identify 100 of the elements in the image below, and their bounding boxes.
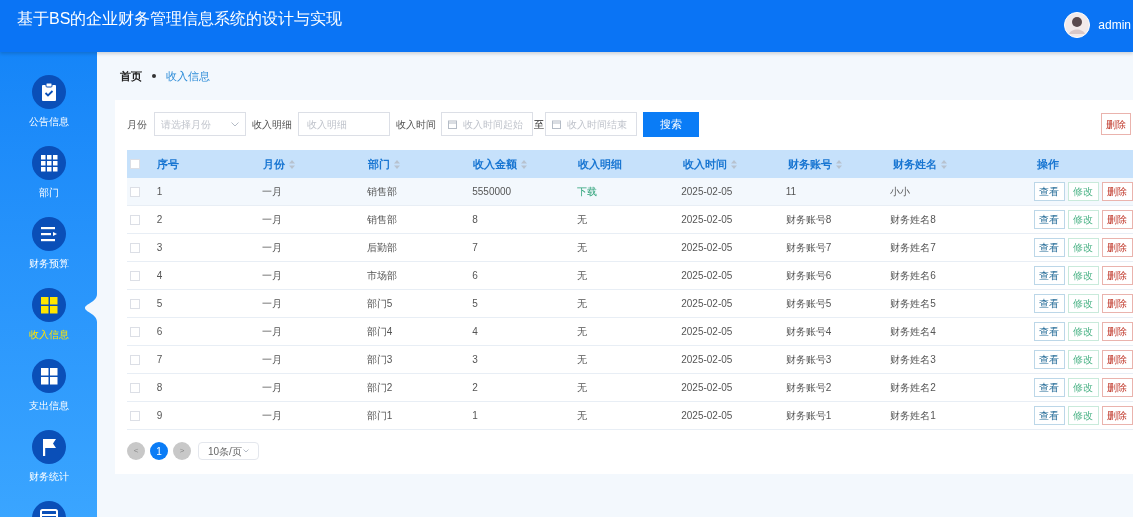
- breadcrumb-home[interactable]: 首页: [120, 67, 142, 85]
- avatar[interactable]: [1064, 12, 1091, 38]
- sidebar-item[interactable]: 部门: [0, 146, 97, 199]
- row-checkbox[interactable]: [130, 382, 140, 393]
- table-cell: 部门3: [366, 353, 393, 365]
- page-size-select[interactable]: 10条/页: [198, 442, 259, 460]
- table-cell: 4: [156, 269, 163, 281]
- table-cell: 8: [472, 213, 478, 225]
- table-cell: 一月: [262, 297, 283, 309]
- column-header[interactable]: 收入时间: [682, 155, 727, 173]
- row-checkbox[interactable]: [130, 186, 140, 197]
- sort-icon[interactable]: [730, 159, 737, 169]
- select-all-checkbox[interactable]: [130, 159, 140, 169]
- table-cell: 财务姓名1: [890, 409, 936, 421]
- chevron-down-icon: [231, 121, 239, 127]
- view-button[interactable]: 查看: [1033, 238, 1065, 257]
- view-button[interactable]: 查看: [1033, 406, 1065, 425]
- view-button[interactable]: 查看: [1033, 210, 1065, 229]
- table-cell: 2025-02-05: [681, 353, 733, 365]
- column-header[interactable]: 财务姓名: [892, 155, 937, 173]
- table-cell: 一月: [262, 185, 283, 197]
- sidebar-item[interactable]: 公告信息: [0, 75, 97, 128]
- table-cell: 一月: [262, 353, 283, 365]
- delete-button[interactable]: 删除: [1101, 406, 1133, 425]
- calendar-icon: [448, 119, 457, 129]
- delete-button[interactable]: 删除: [1101, 266, 1133, 285]
- column-header[interactable]: 收入金额: [473, 155, 518, 173]
- breadcrumb-current: 收入信息: [166, 68, 210, 84]
- column-header[interactable]: 月份: [262, 155, 285, 173]
- row-checkbox[interactable]: [130, 298, 140, 309]
- table-cell: 8: [156, 381, 163, 393]
- table-cell: 2: [156, 213, 163, 225]
- table-cell: 6: [472, 269, 478, 281]
- filter-label: 收入明细: [252, 117, 292, 132]
- filter-label: 收入时间: [396, 117, 436, 132]
- view-button[interactable]: 查看: [1033, 294, 1065, 313]
- sort-icon[interactable]: [288, 159, 295, 169]
- table-cell: 部门4: [366, 325, 393, 337]
- table-cell: 财务账号7: [785, 241, 832, 253]
- table-cell: 财务账号6: [785, 269, 832, 281]
- table-cell: 无: [576, 241, 587, 253]
- table-cell: 1: [472, 409, 478, 421]
- column-header[interactable]: 部门: [367, 155, 390, 173]
- grid-icon: [38, 153, 59, 173]
- table-row[interactable]: 1 一月 销售部 5550000 下载 2025-02-05 11 小小 查看 修改 删除: [127, 178, 1133, 206]
- filter-label: 月份: [127, 117, 147, 132]
- username[interactable]: admin: [1098, 16, 1133, 34]
- table-cell: 2025-02-05: [681, 269, 733, 281]
- column-header[interactable]: 财务账号: [787, 155, 832, 173]
- delete-button[interactable]: 删除: [1101, 350, 1133, 369]
- view-button[interactable]: 查看: [1033, 350, 1065, 369]
- delete-button[interactable]: 删除: [1101, 113, 1131, 135]
- table-cell: 销售部: [366, 185, 397, 197]
- table-cell: 2025-02-05: [681, 185, 733, 197]
- delete-button[interactable]: 删除: [1101, 210, 1133, 229]
- table-cell: 无: [576, 353, 587, 365]
- delete-button[interactable]: 删除: [1101, 238, 1133, 257]
- table-cell: 3: [472, 353, 478, 365]
- download-link[interactable]: 下载: [576, 185, 597, 197]
- column-header: 操作: [1036, 156, 1059, 172]
- table-cell: 无: [576, 213, 587, 225]
- table-cell: 4: [472, 325, 478, 337]
- view-button[interactable]: 查看: [1033, 182, 1065, 201]
- delete-button[interactable]: 删除: [1101, 294, 1133, 313]
- table-cell: 后勤部: [366, 241, 397, 253]
- table-cell: 5: [472, 297, 478, 309]
- row-checkbox[interactable]: [130, 410, 140, 421]
- delete-button[interactable]: 删除: [1101, 322, 1133, 341]
- row-checkbox[interactable]: [130, 326, 140, 337]
- sidebar-item[interactable]: 财务预算: [0, 217, 97, 270]
- view-button[interactable]: 查看: [1033, 378, 1065, 397]
- table-cell: 财务账号5: [785, 297, 832, 309]
- table-cell: 2025-02-05: [681, 325, 733, 337]
- row-checkbox[interactable]: [130, 354, 140, 365]
- table-cell: 6: [156, 325, 163, 337]
- table-cell: 无: [576, 325, 587, 337]
- table-cell: 一月: [262, 241, 283, 253]
- row-checkbox[interactable]: [130, 242, 140, 253]
- view-button[interactable]: 查看: [1033, 266, 1065, 285]
- delete-button[interactable]: 删除: [1101, 378, 1133, 397]
- table-cell: 部门5: [366, 297, 393, 309]
- grid-icon: [38, 295, 59, 315]
- row-checkbox[interactable]: [130, 214, 140, 225]
- table-cell: 财务姓名4: [890, 325, 936, 337]
- table-cell: 一月: [262, 325, 283, 337]
- page-button[interactable]: 1: [150, 442, 168, 460]
- sort-icon[interactable]: [835, 159, 842, 169]
- row-checkbox[interactable]: [130, 270, 140, 281]
- sort-icon[interactable]: [521, 159, 528, 169]
- sort-icon[interactable]: [393, 159, 400, 169]
- table-cell: 无: [576, 409, 587, 421]
- delete-button[interactable]: 删除: [1101, 182, 1133, 201]
- table-cell: 市场部: [366, 269, 397, 281]
- table-cell: 一月: [262, 213, 283, 225]
- view-button[interactable]: 查看: [1033, 322, 1065, 341]
- table-cell: 财务账号8: [785, 213, 832, 225]
- table-cell: 5: [156, 297, 163, 309]
- table-cell: 7: [156, 353, 163, 365]
- search-button[interactable]: 搜索: [643, 111, 699, 137]
- sort-icon[interactable]: [940, 159, 947, 169]
